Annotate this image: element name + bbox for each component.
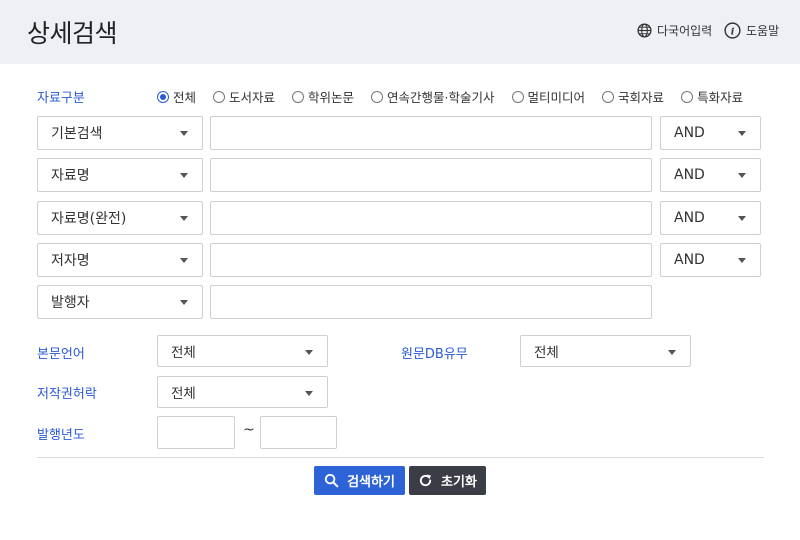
caret-down-icon <box>180 300 188 305</box>
radio-theses[interactable]: 학위논문 <box>292 87 354 106</box>
radio-button[interactable] <box>157 90 169 103</box>
body-language-label: 본문언어 <box>37 347 85 362</box>
caret-down-icon <box>668 350 676 355</box>
caret-down-icon <box>738 216 746 221</box>
select-value: 전체 <box>171 386 196 402</box>
radio-button[interactable] <box>292 90 305 103</box>
operator-select-3[interactable]: AND <box>660 201 761 235</box>
caret-down-icon <box>305 350 313 355</box>
search-button[interactable]: 검색하기 <box>314 466 405 495</box>
caret-down-icon <box>738 173 746 178</box>
page-title: 상세검색 <box>27 19 118 48</box>
select-value: AND <box>674 210 705 226</box>
search-button-label: 검색하기 <box>347 475 395 490</box>
search-input-1[interactable] <box>210 116 652 150</box>
radio-books[interactable]: 도서자료 <box>213 87 275 106</box>
operator-select-2[interactable]: AND <box>660 158 761 192</box>
select-value: 전체 <box>171 345 196 361</box>
page-header: 상세검색 다국어입력 i 도움말 <box>0 0 800 64</box>
caret-down-icon <box>738 258 746 263</box>
radio-button[interactable] <box>681 90 694 103</box>
search-icon <box>324 473 339 488</box>
search-field-select-5[interactable]: 발행자 <box>37 285 203 319</box>
radio-label: 특화자료 <box>697 90 744 105</box>
material-type-radio-group: 전체 도서자료 학위논문 연속간행물·학술기사 멀티미디어 국회자료 특화자료 <box>157 87 760 106</box>
multilang-input-button[interactable]: 다국어입력 <box>637 22 712 39</box>
search-field-select-4[interactable]: 저자명 <box>37 243 203 277</box>
search-input-3[interactable] <box>210 201 652 235</box>
original-db-select[interactable]: 전체 <box>520 335 691 367</box>
body-language-select[interactable]: 전체 <box>157 335 328 367</box>
radio-label: 연속간행물·학술기사 <box>387 90 495 105</box>
select-value: 자료명 <box>51 168 90 184</box>
radio-multimedia[interactable]: 멀티미디어 <box>511 87 586 106</box>
caret-down-icon <box>180 173 188 178</box>
search-field-select-1[interactable]: 기본검색 <box>37 116 203 150</box>
search-field-select-2[interactable]: 자료명 <box>37 158 203 192</box>
reset-button-label: 초기화 <box>441 475 477 490</box>
radio-label: 도서자료 <box>229 90 276 105</box>
pub-year-separator: ~ <box>243 422 255 438</box>
select-value: AND <box>674 167 705 183</box>
globe-icon <box>637 23 652 38</box>
radio-assembly[interactable]: 국회자료 <box>602 87 664 106</box>
radio-all[interactable]: 전체 <box>157 87 196 106</box>
search-input-2[interactable] <box>210 158 652 192</box>
radio-button[interactable] <box>511 90 524 103</box>
original-db-label: 원문DB유무 <box>401 347 468 362</box>
radio-label: 멀티미디어 <box>527 90 586 105</box>
refresh-icon <box>419 474 432 487</box>
caret-down-icon <box>305 391 313 396</box>
pub-year-from-input[interactable] <box>157 416 235 449</box>
copyright-select[interactable]: 전체 <box>157 376 328 408</box>
radio-serials[interactable]: 연속간행물·학술기사 <box>371 87 495 106</box>
radio-button[interactable] <box>602 90 615 103</box>
radio-label: 전체 <box>173 90 197 105</box>
select-value: 기본검색 <box>51 126 103 142</box>
search-input-5[interactable] <box>210 285 652 319</box>
svg-text:i: i <box>731 26 735 37</box>
radio-button[interactable] <box>213 90 226 103</box>
pub-year-label: 발행년도 <box>37 428 85 443</box>
select-value: 전체 <box>534 345 559 361</box>
caret-down-icon <box>738 131 746 136</box>
material-type-label: 자료구분 <box>37 91 85 106</box>
operator-select-1[interactable]: AND <box>660 116 761 150</box>
select-value: AND <box>674 252 705 268</box>
pub-year-to-input[interactable] <box>260 416 337 449</box>
help-button[interactable]: i 도움말 <box>724 22 779 39</box>
select-value: AND <box>674 125 705 141</box>
info-icon: i <box>724 22 741 39</box>
radio-special[interactable]: 특화자료 <box>681 87 743 106</box>
search-input-4[interactable] <box>210 243 652 277</box>
help-label: 도움말 <box>746 24 780 38</box>
reset-button[interactable]: 초기화 <box>409 466 486 495</box>
copyright-label: 저작권허락 <box>37 387 97 402</box>
caret-down-icon <box>180 258 188 263</box>
caret-down-icon <box>180 131 188 136</box>
caret-down-icon <box>180 216 188 221</box>
radio-label: 학위논문 <box>308 90 355 105</box>
divider <box>37 457 764 458</box>
multilang-label: 다국어입력 <box>657 24 713 38</box>
operator-select-4[interactable]: AND <box>660 243 761 277</box>
select-value: 발행자 <box>51 295 90 311</box>
radio-label: 국회자료 <box>618 90 665 105</box>
select-value: 저자명 <box>51 253 90 269</box>
search-field-select-3[interactable]: 자료명(완전) <box>37 201 203 235</box>
select-value: 자료명(완전) <box>51 211 127 227</box>
radio-button[interactable] <box>371 90 384 103</box>
